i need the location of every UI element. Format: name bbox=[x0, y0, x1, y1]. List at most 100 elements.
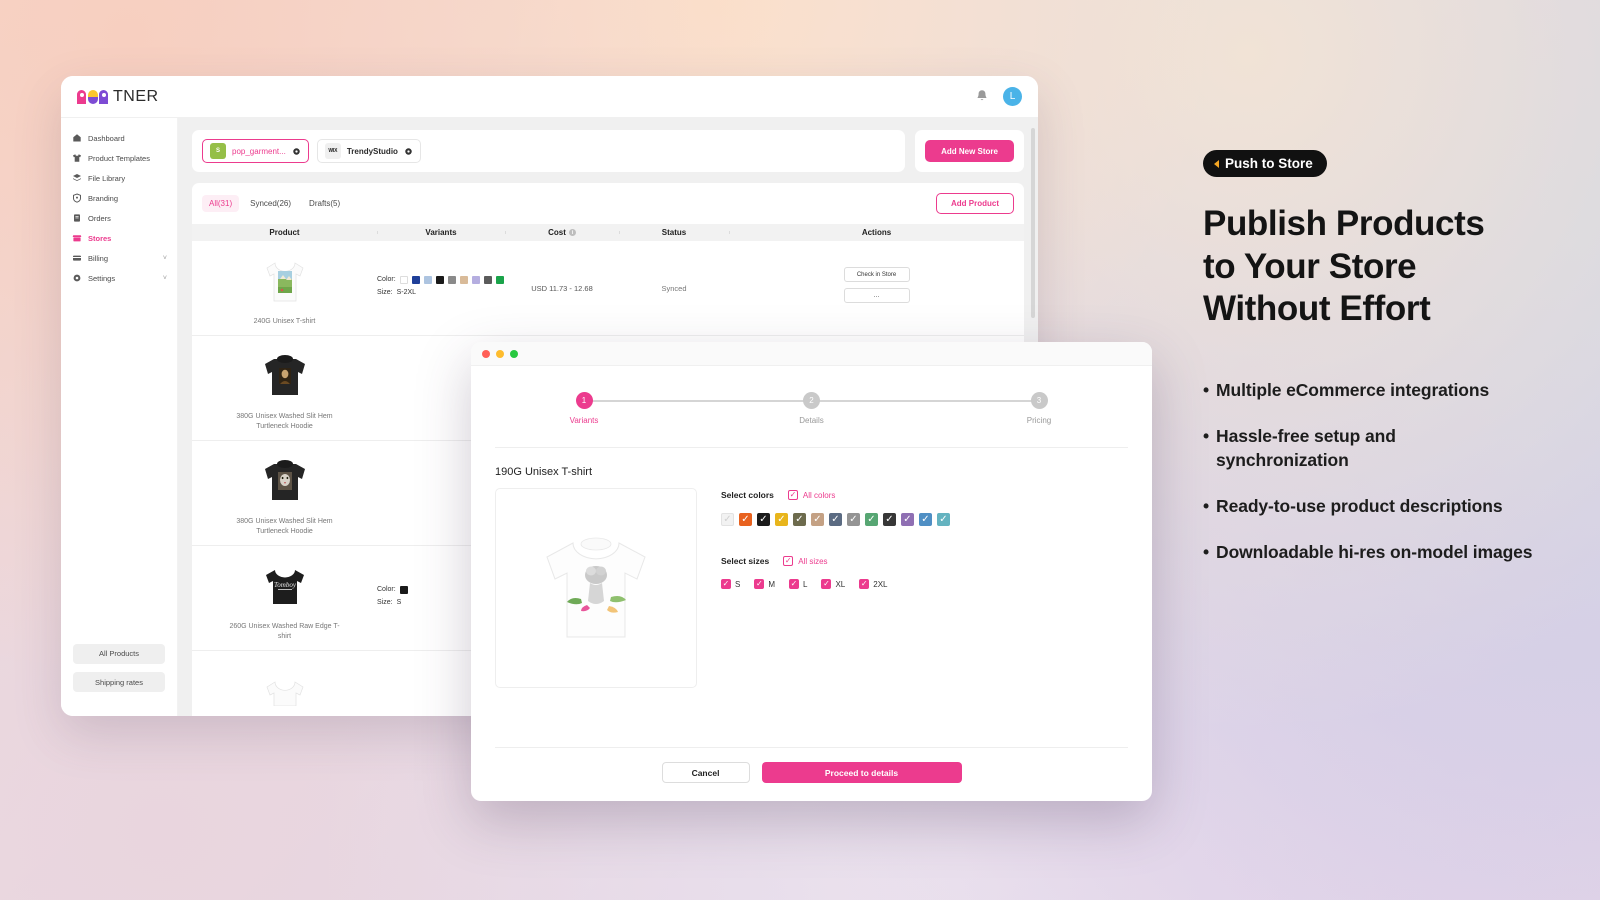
minimize-icon[interactable] bbox=[496, 349, 504, 358]
all-sizes-label: All sizes bbox=[798, 556, 828, 566]
list-item-label: Hassle-free setup and synchronization bbox=[1216, 426, 1396, 470]
sidebar-item-settings[interactable]: Settings ˅ bbox=[61, 268, 177, 288]
chevron-down-icon[interactable]: ˅ bbox=[163, 275, 167, 282]
size-label: 2XL bbox=[873, 579, 888, 589]
color-swatch-green[interactable]: ✓ bbox=[865, 513, 878, 526]
size-label: L bbox=[803, 579, 808, 589]
all-colors-checkbox[interactable]: ✓ All colors bbox=[787, 490, 835, 500]
store-chip-wix[interactable]: WIX TrendyStudio bbox=[316, 139, 421, 163]
modal-product-image bbox=[495, 488, 697, 688]
color-swatch-orange[interactable]: ✓ bbox=[739, 513, 752, 526]
gear-icon[interactable] bbox=[404, 147, 413, 156]
list-item-label: Downloadable hi-res on-model images bbox=[1216, 541, 1533, 562]
check-in-store-button[interactable]: Check in Store bbox=[843, 267, 910, 283]
color-swatch-yellow[interactable]: ✓ bbox=[775, 513, 788, 526]
checkbox-icon: ✓ bbox=[721, 579, 731, 589]
modal-footer: Cancel Proceed to details bbox=[471, 748, 1152, 801]
color-swatch-tan[interactable]: ✓ bbox=[811, 513, 824, 526]
sidebar-item-stores[interactable]: Stores bbox=[61, 228, 177, 248]
color-swatch[interactable] bbox=[447, 275, 456, 284]
cancel-button[interactable]: Cancel bbox=[661, 762, 750, 783]
sidebar-item-file-library[interactable]: File Library bbox=[61, 168, 177, 188]
list-item: • Multiple eCommerce integrations bbox=[1203, 379, 1533, 403]
bullet-icon: • bbox=[1203, 495, 1210, 516]
color-swatch-black[interactable]: ✓ bbox=[757, 513, 770, 526]
sidebar-item-label: Billing bbox=[88, 253, 109, 263]
proceed-to-details-button[interactable]: Proceed to details bbox=[761, 762, 962, 783]
color-swatch[interactable] bbox=[423, 275, 432, 284]
color-swatch-teal[interactable]: ✓ bbox=[937, 513, 950, 526]
color-swatch-blue[interactable]: ✓ bbox=[919, 513, 932, 526]
color-swatch[interactable] bbox=[399, 275, 408, 284]
zoom-icon[interactable] bbox=[510, 349, 518, 358]
color-swatch[interactable] bbox=[483, 275, 492, 284]
add-new-store-button[interactable]: Add New Store bbox=[925, 140, 1014, 162]
step-number: 2 bbox=[803, 392, 820, 409]
sidebar-item-branding[interactable]: Branding bbox=[61, 188, 177, 208]
color-swatch-olive[interactable]: ✓ bbox=[793, 513, 806, 526]
step-label: Pricing bbox=[1026, 416, 1052, 425]
size-option-m[interactable]: ✓ M bbox=[754, 579, 775, 589]
topbar-actions: L bbox=[975, 87, 1022, 106]
column-header-variants: Variants bbox=[377, 228, 505, 237]
color-swatch-gray[interactable]: ✓ bbox=[847, 513, 860, 526]
checkbox-icon: ✓ bbox=[783, 556, 794, 566]
info-icon[interactable]: i bbox=[568, 229, 576, 237]
all-products-button[interactable]: All Products bbox=[73, 643, 165, 664]
app-logo[interactable]: TNER bbox=[77, 88, 159, 106]
column-header-cost-label: Cost bbox=[548, 228, 566, 237]
product-cost: USD 11.73 - 12.68 bbox=[531, 283, 593, 293]
size-option-2xl[interactable]: ✓ 2XL bbox=[859, 579, 888, 589]
color-swatch[interactable] bbox=[399, 585, 408, 594]
sidebar-item-product-templates[interactable]: Product Templates bbox=[61, 148, 177, 168]
svg-text:Tomboy: Tomboy bbox=[274, 581, 297, 589]
sidebar-item-orders[interactable]: Orders bbox=[61, 208, 177, 228]
step-variants[interactable]: 1 Variants bbox=[559, 392, 609, 425]
vertical-scrollbar[interactable] bbox=[1031, 128, 1035, 318]
color-swatch-purple[interactable]: ✓ bbox=[901, 513, 914, 526]
color-swatch[interactable] bbox=[435, 275, 444, 284]
sidebar-item-billing[interactable]: Billing ˅ bbox=[61, 248, 177, 268]
product-thumbnail bbox=[254, 450, 316, 512]
size-option-xl[interactable]: ✓ XL bbox=[821, 579, 845, 589]
size-option-s[interactable]: ✓ S bbox=[721, 579, 740, 589]
gear-icon[interactable] bbox=[292, 147, 301, 156]
store-chip-bar: S pop_garment... WIX TrendyStudio bbox=[192, 130, 906, 172]
all-sizes-checkbox[interactable]: ✓ All sizes bbox=[783, 556, 828, 566]
size-value: S bbox=[396, 598, 402, 606]
store-icon bbox=[71, 233, 82, 244]
color-swatch[interactable] bbox=[459, 275, 468, 284]
color-swatch-charcoal[interactable]: ✓ bbox=[883, 513, 896, 526]
modal-options-column: Select colors ✓ All colors ✓ ✓ ✓ ✓ ✓ ✓ ✓… bbox=[721, 466, 1128, 688]
tab-drafts[interactable]: Drafts(5) bbox=[302, 195, 347, 212]
wizard-stepper: 1 Variants 2 Details 3 Pricing bbox=[471, 366, 1152, 425]
sidebar-item-dashboard[interactable]: Dashboard bbox=[61, 128, 177, 148]
size-option-l[interactable]: ✓ L bbox=[789, 579, 807, 589]
products-table-header: Product Variants Cost i Status Actions bbox=[192, 224, 1024, 241]
bell-icon[interactable] bbox=[975, 89, 989, 104]
avatar[interactable]: L bbox=[1003, 87, 1022, 106]
step-label: Variants bbox=[569, 416, 599, 425]
step-details[interactable]: 2 Details bbox=[787, 392, 837, 425]
more-actions-button[interactable]: … bbox=[843, 288, 910, 304]
close-icon[interactable] bbox=[482, 349, 490, 358]
shipping-rates-button[interactable]: Shipping rates bbox=[73, 672, 165, 692]
modal-product-title: 190G Unisex T-shirt bbox=[495, 466, 593, 478]
chevron-down-icon[interactable]: ˅ bbox=[163, 255, 167, 262]
product-thumbnail: Tomboy bbox=[254, 555, 316, 617]
sidebar-item-label: Settings bbox=[88, 273, 116, 283]
tab-all[interactable]: All(31) bbox=[202, 195, 240, 212]
store-chip-shopify[interactable]: S pop_garment... bbox=[202, 139, 309, 163]
color-swatch[interactable] bbox=[495, 275, 504, 284]
shield-icon bbox=[71, 193, 82, 204]
color-swatch-white[interactable]: ✓ bbox=[721, 513, 734, 526]
add-product-button[interactable]: Add Product bbox=[936, 193, 1014, 214]
color-swatch[interactable] bbox=[471, 275, 480, 284]
color-swatch[interactable] bbox=[411, 275, 420, 284]
column-header-actions: Actions bbox=[729, 228, 1024, 237]
tab-synced[interactable]: Synced(26) bbox=[243, 195, 298, 212]
color-swatch-slate[interactable]: ✓ bbox=[829, 513, 842, 526]
step-pricing[interactable]: 3 Pricing bbox=[1014, 392, 1064, 425]
table-row[interactable]: 240G Unisex T-shirt Color: Size: S-2XL U… bbox=[192, 241, 1024, 337]
modal-product-column: 190G Unisex T-shirt bbox=[495, 466, 697, 688]
